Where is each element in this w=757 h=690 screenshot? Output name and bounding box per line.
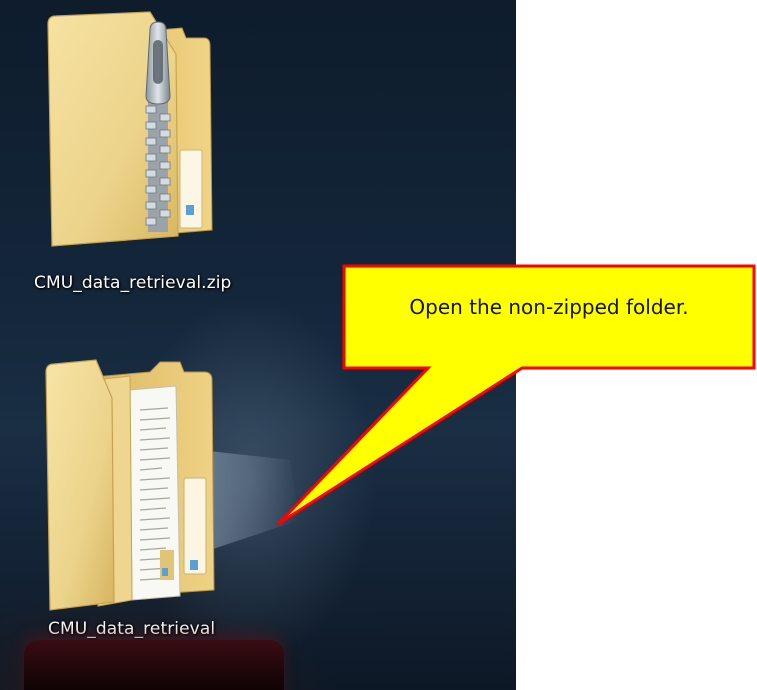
- callout-text: Open the non-zipped folder.: [409, 295, 689, 319]
- desktop-icon-folder[interactable]: CMU_data_retrieval: [0, 350, 320, 650]
- desktop-icon-label: CMU_data_retrieval.zip: [34, 273, 232, 293]
- desktop-icon-zip[interactable]: CMU_data_retrieval.zip: [0, 0, 320, 310]
- zip-folder-icon: [47, 11, 213, 247]
- folder-icon: [45, 359, 300, 611]
- desktop-icon-label: CMU_data_retrieval: [48, 619, 216, 639]
- taskbar-orb-reflection: [24, 640, 284, 690]
- screenshot-page: CMU_data_retrieval.zip CMU_data_retrieva…: [0, 0, 757, 690]
